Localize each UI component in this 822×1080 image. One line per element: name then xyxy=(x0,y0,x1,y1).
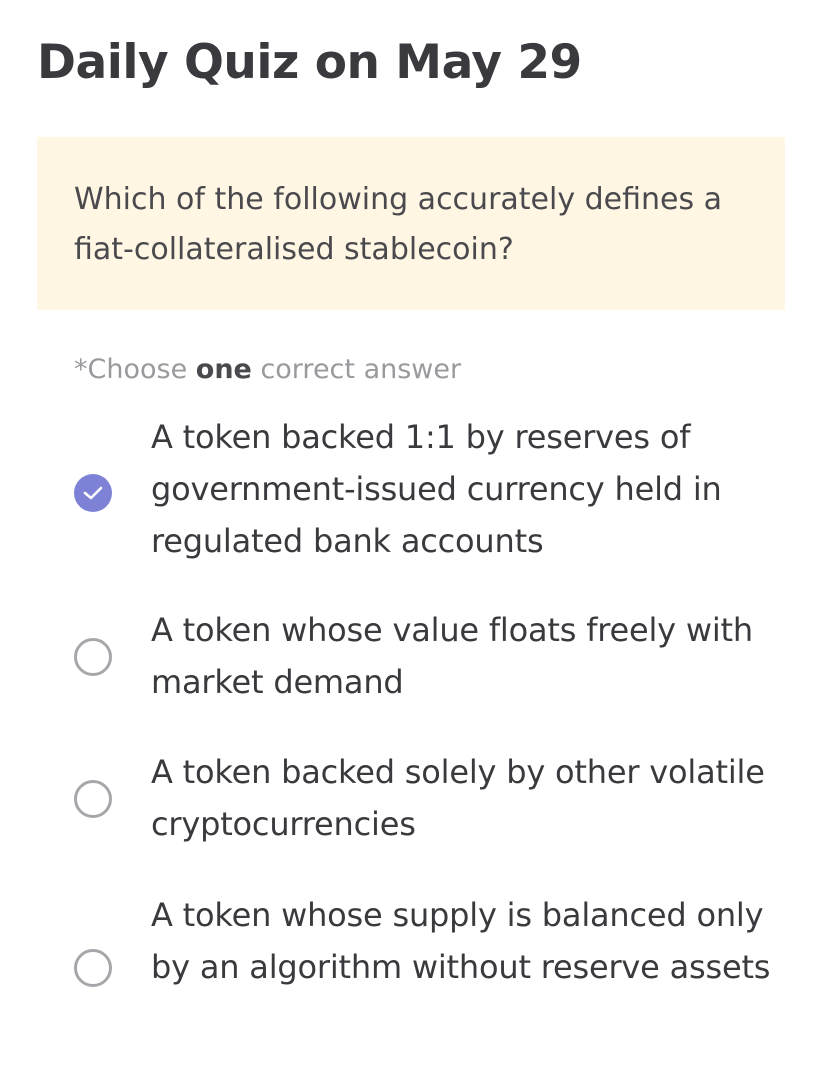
quiz-title: Daily Quiz on May 29 xyxy=(37,35,582,90)
check-icon xyxy=(83,486,103,500)
radio-empty-icon[interactable] xyxy=(74,638,112,676)
answer-option-4[interactable]: A token whose supply is balanced only by… xyxy=(0,888,822,1048)
answer-option-label: A token whose supply is balanced only by… xyxy=(151,896,771,986)
answer-instruction: *Choose one correct answer xyxy=(74,350,461,390)
radio-checked-icon[interactable] xyxy=(74,474,112,512)
question-text: Which of the following accurately define… xyxy=(74,182,723,267)
instruction-emphasis: one xyxy=(195,354,252,385)
answer-option-label: A token whose value floats freely with m… xyxy=(151,611,753,701)
instruction-prefix: *Choose xyxy=(74,354,196,385)
answer-option-3[interactable]: A token backed solely by other volatile … xyxy=(0,746,822,856)
radio-empty-icon[interactable] xyxy=(74,949,112,987)
answer-option-1[interactable]: A token backed 1:1 by reserves of govern… xyxy=(0,408,822,568)
instruction-suffix: correct answer xyxy=(251,354,462,385)
answer-option-label: A token backed 1:1 by reserves of govern… xyxy=(151,418,722,560)
answer-option-2[interactable]: A token whose value floats freely with m… xyxy=(0,603,822,713)
answer-option-label: A token backed solely by other volatile … xyxy=(151,753,765,843)
question-card: Which of the following accurately define… xyxy=(37,137,785,310)
radio-empty-icon[interactable] xyxy=(74,780,112,818)
